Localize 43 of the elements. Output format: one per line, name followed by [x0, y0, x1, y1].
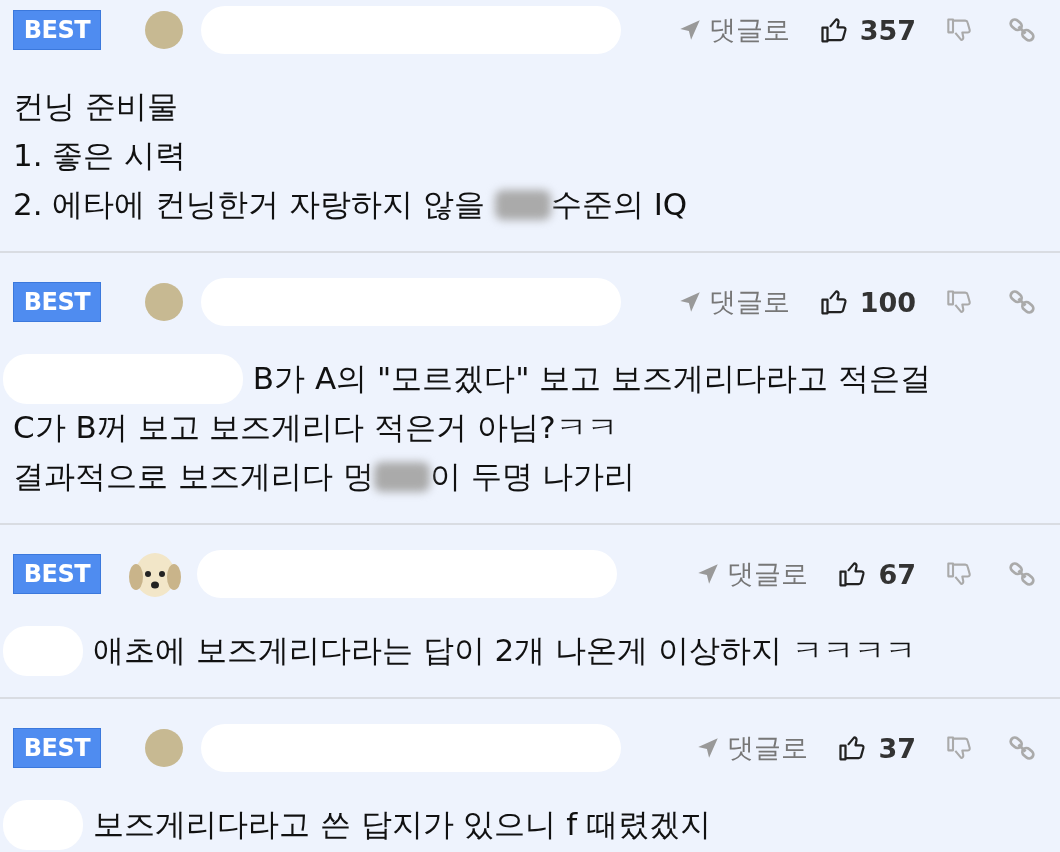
link-icon	[1008, 560, 1036, 588]
dislike-button[interactable]	[946, 288, 974, 316]
blurred-text	[373, 461, 430, 492]
comment-text: 2. 에타에 컨닝한거 자랑하지 않을	[13, 184, 486, 224]
best-badge: BEST	[13, 728, 101, 768]
best-badge: BEST	[13, 282, 101, 322]
link-icon	[1008, 16, 1036, 44]
link-icon	[1008, 288, 1036, 316]
comment-text: 수준의 IQ	[550, 184, 688, 224]
comment-text: 이 두명 나가리	[429, 456, 636, 496]
link-button[interactable]	[1008, 734, 1036, 762]
blurred-text	[494, 189, 551, 220]
comment-text: B가 A의 "모르겠다" 보고 보즈게리다라고 적은걸	[251, 358, 932, 398]
comment-text: 컨닝 준비물	[13, 86, 178, 126]
dislike-button[interactable]	[946, 560, 974, 588]
dislike-button[interactable]	[946, 16, 974, 44]
link-icon	[1008, 734, 1036, 762]
like-button[interactable]: 67	[838, 558, 916, 590]
dislike-button[interactable]	[946, 734, 974, 762]
reply-button[interactable]: 댓글로	[695, 730, 809, 766]
thumbs-down-icon	[946, 16, 974, 44]
reply-button[interactable]: 댓글로	[695, 556, 809, 592]
like-button[interactable]: 357	[819, 14, 916, 46]
thumbs-down-icon	[946, 560, 974, 588]
thumbs-down-icon	[946, 734, 974, 762]
link-button[interactable]	[1008, 288, 1036, 316]
reply-button[interactable]: 댓글로	[676, 284, 790, 320]
comment-text: 1. 좋은 시력	[13, 135, 187, 175]
best-badge: BEST	[13, 554, 101, 594]
reply-button[interactable]: 댓글로	[676, 12, 790, 48]
comment-text: C가 B꺼 보고 보즈게리다 적은거 아님?ㅋㅋ	[13, 407, 618, 447]
avatar	[145, 283, 183, 321]
avatar	[145, 729, 183, 767]
thumbs-down-icon	[946, 288, 974, 316]
best-badge: BEST	[13, 10, 101, 50]
like-button[interactable]: 37	[838, 732, 916, 764]
avatar	[145, 11, 183, 49]
comment-text: 결과적으로 보즈게리다 멍	[13, 456, 374, 496]
comment-text: 애초에 보즈게리다라는 답이 2개 나온게 이상하지 ㅋㅋㅋㅋ	[91, 630, 916, 670]
link-button[interactable]	[1008, 16, 1036, 44]
like-button[interactable]: 100	[819, 286, 916, 318]
comment-text: 보즈게리다라고 쓴 답지가 있으니 f 때렸겠지	[91, 804, 712, 844]
link-button[interactable]	[1008, 560, 1036, 588]
